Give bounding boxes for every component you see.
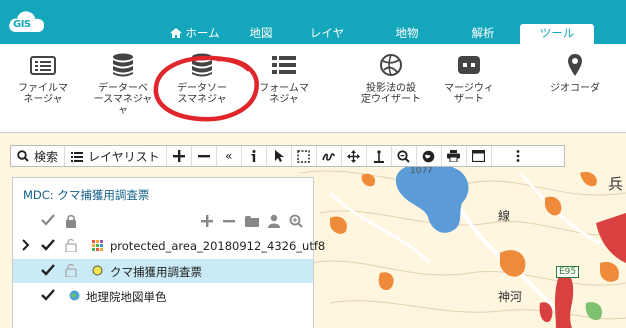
projection-wizard-label: 投影法の設 定ウイザート xyxy=(361,83,421,105)
tab-analysis[interactable]: 解析 xyxy=(458,24,508,44)
zoom-tool-button[interactable] xyxy=(392,146,417,166)
plus-icon xyxy=(172,150,185,162)
zoom-to-layer-icon[interactable] xyxy=(289,214,303,228)
expand-chevron-icon[interactable] xyxy=(21,239,31,251)
map-place-label: 兵 xyxy=(608,175,624,193)
check-all-icon[interactable] xyxy=(41,214,55,226)
unlock-icon[interactable] xyxy=(65,263,77,277)
globe-icon xyxy=(422,150,435,162)
gis-logo[interactable]: GIS xyxy=(8,6,48,36)
layer-visible-check-icon[interactable] xyxy=(41,264,55,276)
layer-row-selected[interactable]: クマ捕獲用調査票 xyxy=(13,259,313,283)
layer-list-button[interactable]: レイヤリスト xyxy=(65,146,167,166)
layer-row[interactable]: protected_area_20180912_4326_utf8 xyxy=(13,234,325,258)
tab-home-label: ホーム xyxy=(185,26,220,40)
info-button[interactable] xyxy=(242,146,267,166)
route-badge: E95 xyxy=(556,266,580,278)
layer-visible-check-icon[interactable] xyxy=(41,289,55,301)
geocoder-label: ジオコーダ xyxy=(550,83,600,94)
layer-panel: MDC: クマ捕獲用調査票 protected_area_20180912_43… xyxy=(12,177,325,328)
layer-name: 地理院地図単色 xyxy=(86,290,167,304)
form-list-icon xyxy=(272,56,296,74)
search-button[interactable]: 検索 xyxy=(11,146,66,166)
tab-map[interactable]: 地図 xyxy=(240,24,282,44)
user-icon[interactable] xyxy=(267,214,281,228)
tools-ribbon: ファイルマ ネージャ データーベ ースマネジャ ャ データソー スマネジャ フォ… xyxy=(0,44,626,133)
file-manager-label: ファイルマ ネージャ xyxy=(18,83,68,105)
map-pin-icon xyxy=(568,54,582,76)
map-elevation-label: 1077 xyxy=(410,166,433,176)
point-symbol-icon xyxy=(92,265,103,276)
layer-visible-check-icon[interactable] xyxy=(41,239,55,251)
panel-title: MDC: クマ捕獲用調査票 xyxy=(23,188,150,202)
database-manager-button[interactable]: データーベ ースマネジャ ャ xyxy=(88,52,158,116)
globe-icon xyxy=(380,54,402,76)
select-pointer-button[interactable] xyxy=(267,146,292,166)
tab-home[interactable]: ホーム xyxy=(150,24,240,44)
print-button[interactable] xyxy=(442,146,467,166)
kebab-menu-icon xyxy=(516,150,520,162)
layout-button[interactable] xyxy=(467,146,492,166)
freehand-icon xyxy=(322,152,335,161)
layer-name: クマ捕獲用調査票 xyxy=(110,265,202,279)
database-icon xyxy=(113,53,133,77)
home-icon xyxy=(170,28,183,38)
top-navigation-bar: GIS ホーム 地図 レイヤ 地物 解析 ツール xyxy=(0,0,626,44)
printer-icon xyxy=(447,150,461,162)
search-icon xyxy=(17,150,29,162)
file-list-icon xyxy=(30,56,56,75)
panel-header-row xyxy=(13,210,313,232)
highlight-circle xyxy=(153,55,259,122)
map-toolbar: 検索 レイヤリスト « xyxy=(10,145,565,167)
projection-wizard-button[interactable]: 投影法の設 定ウイザート xyxy=(355,52,427,105)
layer-list-label: レイヤリスト xyxy=(88,149,160,164)
basemap-globe-icon xyxy=(69,290,80,301)
anchor-button[interactable] xyxy=(367,146,392,166)
layer-name: protected_area_20180912_4326_utf8 xyxy=(110,239,326,253)
geocoder-button[interactable]: ジオコーダ xyxy=(540,52,610,94)
unlock-icon[interactable] xyxy=(65,238,77,252)
zoom-out-button[interactable] xyxy=(192,146,217,166)
map-town-label: 神河 xyxy=(498,290,523,304)
minus-icon xyxy=(197,155,210,158)
more-options-button[interactable] xyxy=(506,146,531,166)
list-icon xyxy=(71,151,84,162)
zoom-icon xyxy=(397,149,410,163)
remove-layer-icon[interactable] xyxy=(223,214,235,228)
freehand-button[interactable] xyxy=(317,146,342,166)
tab-feature[interactable]: 地物 xyxy=(382,24,432,44)
add-layer-icon[interactable] xyxy=(201,214,213,228)
info-icon xyxy=(251,150,256,162)
box-select-button[interactable] xyxy=(292,146,317,166)
pan-button[interactable] xyxy=(342,146,367,166)
dashed-box-icon xyxy=(297,149,310,163)
merge-wizard-button[interactable]: マージウィ ザート xyxy=(437,52,501,105)
logo-text: GIS xyxy=(13,19,31,30)
double-chevron-left-icon: « xyxy=(224,149,233,163)
collapse-button[interactable]: « xyxy=(217,146,242,166)
database-manager-label: データーベ ースマネジャ ャ xyxy=(93,83,153,116)
polygon-grid-symbol-icon xyxy=(92,240,103,251)
move-arrows-icon xyxy=(347,149,361,163)
merge-icon xyxy=(458,56,480,74)
file-manager-button[interactable]: ファイルマ ネージャ xyxy=(8,52,78,105)
map-road-label: 線 xyxy=(498,209,511,223)
cursor-icon xyxy=(274,149,284,162)
window-icon xyxy=(472,150,486,162)
layer-row[interactable]: 地理院地図単色 xyxy=(13,284,313,308)
globe-button[interactable] xyxy=(417,146,442,166)
tab-layer[interactable]: レイヤ xyxy=(302,24,352,44)
tab-tools[interactable]: ツール xyxy=(520,24,594,44)
zoom-in-button[interactable] xyxy=(167,146,192,166)
merge-wizard-label: マージウィ ザート xyxy=(444,83,494,105)
lock-all-icon[interactable] xyxy=(65,214,77,228)
anchor-icon xyxy=(373,149,384,163)
search-label: 検索 xyxy=(34,149,59,164)
folder-icon[interactable] xyxy=(245,214,259,228)
